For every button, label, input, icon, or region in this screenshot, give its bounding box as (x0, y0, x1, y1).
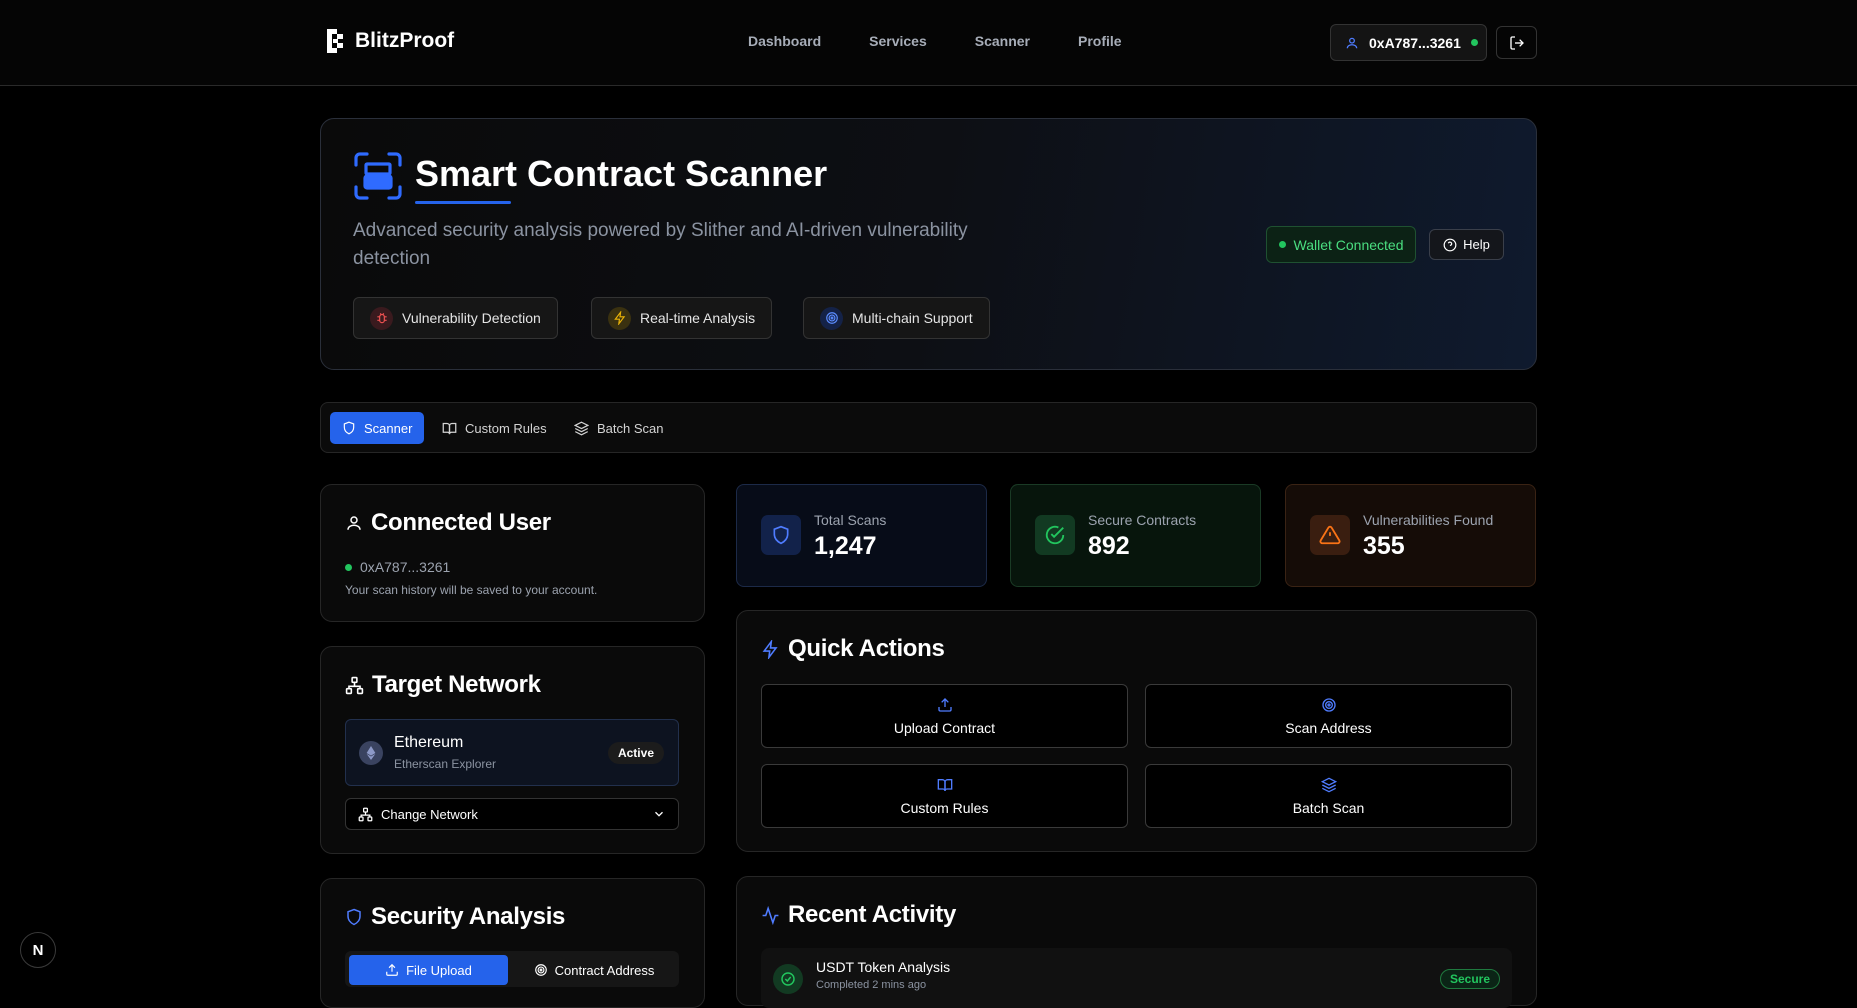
activity-icon (762, 905, 779, 925)
warning-icon (1310, 515, 1350, 555)
wallet-connected-badge: Wallet Connected (1266, 226, 1416, 263)
tab-batch-scan[interactable]: Batch Scan (562, 412, 676, 444)
scan-icon (354, 152, 402, 200)
book-icon (937, 778, 952, 791)
main-nav: Dashboard Services Scanner Profile (748, 33, 1122, 49)
upload-icon (937, 697, 952, 712)
analysis-mode-toggle: File Upload Contract Address (345, 951, 679, 987)
nav-link-dashboard[interactable]: Dashboard (748, 33, 821, 49)
layers-icon (574, 421, 589, 435)
stat-label: Total Scans (814, 512, 887, 528)
network-icon (358, 807, 373, 821)
page-title: Smart Contract Scanner (415, 153, 828, 194)
stat-total-scans: Total Scans 1,247 (736, 484, 987, 587)
shield-icon (343, 421, 355, 435)
target-icon (820, 306, 843, 330)
recent-activity-title: Recent Activity (761, 901, 956, 929)
security-analysis-title: Security Analysis (345, 903, 565, 931)
activity-time: Completed 2 mins ago (816, 979, 927, 991)
connected-user-title: Connected User (345, 509, 551, 537)
blitzproof-logo-icon (327, 29, 343, 53)
logout-icon (1509, 35, 1524, 50)
change-network-select[interactable]: Change Network (345, 798, 679, 830)
batch-scan-button[interactable]: Batch Scan (1145, 764, 1512, 828)
feature-chip-vulnerability: Vulnerability Detection (353, 297, 558, 339)
user-icon (347, 516, 361, 530)
custom-rules-button[interactable]: Custom Rules (761, 764, 1128, 828)
page-subtitle: Advanced security analysis powered by Sl… (353, 220, 968, 269)
security-analysis-card: Security Analysis File Upload Contract A… (320, 878, 705, 1008)
dev-tools-button[interactable]: N (20, 932, 56, 968)
network-icon (345, 676, 364, 694)
network-name: Ethereum (394, 734, 464, 751)
lightning-icon (608, 306, 631, 330)
tab-custom-rules[interactable]: Custom Rules (430, 412, 559, 444)
help-icon (1443, 238, 1457, 251)
logout-button[interactable] (1496, 26, 1537, 59)
quick-actions-title: Quick Actions (761, 635, 945, 663)
activity-item[interactable]: USDT Token Analysis Completed 2 mins ago… (761, 948, 1512, 1008)
stat-vulnerabilities-found: Vulnerabilities Found 355 (1285, 484, 1536, 587)
connected-user-card: Connected User 0xA787...3261 Your scan h… (320, 484, 705, 622)
layers-icon (1320, 777, 1337, 792)
stat-label: Vulnerabilities Found (1363, 512, 1494, 528)
lightning-icon (762, 639, 778, 659)
top-navbar: BlitzProof Dashboard Services Scanner Pr… (0, 0, 1857, 86)
wallet-status-dot (1470, 39, 1478, 46)
nav-link-scanner[interactable]: Scanner (975, 33, 1030, 49)
help-button[interactable]: Help (1429, 229, 1504, 260)
selected-network[interactable]: Ethereum Etherscan Explorer Active (345, 719, 679, 786)
target-icon (1321, 697, 1336, 712)
contract-address-mode-button[interactable]: Contract Address (513, 955, 675, 985)
wallet-button[interactable]: 0xA787...3261 (1330, 24, 1487, 61)
network-explorer: Etherscan Explorer (394, 757, 497, 771)
user-icon (1346, 37, 1358, 48)
nav-link-profile[interactable]: Profile (1078, 33, 1122, 49)
connected-dot (1278, 241, 1286, 248)
ethereum-icon (359, 741, 383, 765)
check-circle-icon (773, 964, 803, 994)
brand-logo[interactable]: BlitzProof (325, 28, 454, 54)
activity-name: USDT Token Analysis (816, 959, 951, 975)
stat-value: 1,247 (814, 532, 877, 560)
quick-actions-card: Quick Actions Upload Contract Scan Addre… (736, 610, 1537, 852)
check-circle-icon (1035, 515, 1075, 555)
shield-icon (761, 515, 801, 555)
status-badge: Secure (1439, 969, 1500, 989)
feature-chip-multichain: Multi-chain Support (803, 297, 990, 339)
scan-address-button[interactable]: Scan Address (1145, 684, 1512, 748)
tab-scanner[interactable]: Scanner (330, 412, 425, 444)
target-network-title: Target Network (345, 671, 541, 699)
user-address: 0xA787...3261 (360, 559, 451, 575)
title-underline (415, 201, 511, 204)
online-dot (345, 563, 352, 571)
upload-icon (386, 963, 398, 976)
chevron-down-icon (655, 811, 663, 817)
stat-secure-contracts: Secure Contracts 892 (1010, 484, 1261, 587)
stat-label: Secure Contracts (1088, 512, 1197, 528)
target-network-card: Target Network Ethereum Etherscan Explor… (320, 646, 705, 854)
scanner-tabs: Scanner Custom Rules Batch Scan (320, 402, 1537, 453)
upload-contract-button[interactable]: Upload Contract (761, 684, 1128, 748)
feature-chip-realtime: Real-time Analysis (591, 297, 773, 339)
nav-link-services[interactable]: Services (869, 33, 927, 49)
wallet-address: 0xA787...3261 (1369, 34, 1461, 51)
stat-value: 892 (1088, 532, 1130, 560)
bug-icon (370, 306, 393, 330)
book-icon (442, 422, 457, 434)
shield-icon (347, 908, 361, 926)
stat-value: 355 (1363, 532, 1405, 560)
scanner-hero: Smart Contract Scanner Advanced security… (320, 118, 1537, 370)
file-upload-mode-button[interactable]: File Upload (349, 955, 508, 985)
brand-name: BlitzProof (355, 29, 455, 52)
user-address-row: 0xA787...3261 (345, 559, 450, 575)
network-active-badge: Active (607, 742, 664, 764)
user-note: Your scan history will be saved to your … (345, 583, 598, 597)
target-icon (534, 964, 547, 976)
